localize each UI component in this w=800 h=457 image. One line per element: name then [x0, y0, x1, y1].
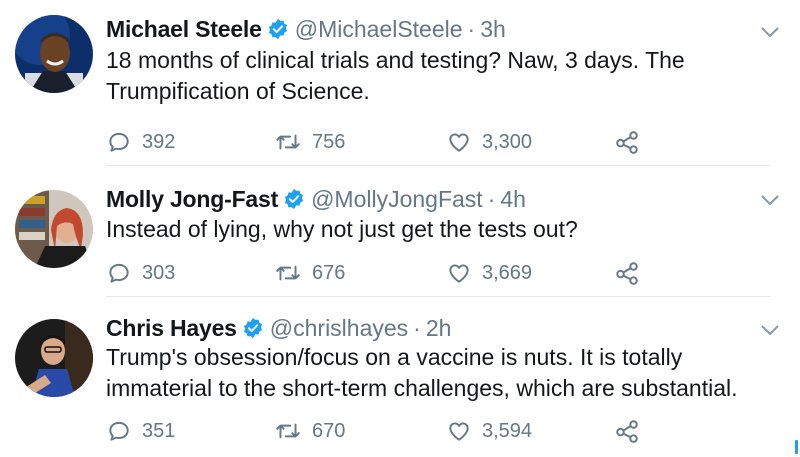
retweet-count: 676	[312, 261, 346, 284]
retweet-icon	[276, 423, 300, 439]
reply-icon	[109, 263, 129, 283]
timestamp[interactable]: 2h	[426, 315, 452, 342]
avatar[interactable]	[15, 190, 93, 268]
reply-button[interactable]: 351	[106, 416, 175, 446]
verified-badge-icon	[243, 317, 262, 339]
user-handle[interactable]: @MichaelSteele	[295, 16, 463, 43]
chevron-down-icon[interactable]	[760, 323, 780, 337]
retweet-count: 670	[312, 419, 346, 442]
reply-count: 303	[142, 261, 176, 284]
retweet-icon	[276, 134, 300, 150]
separator: ·	[413, 314, 421, 341]
user-name[interactable]: Molly Jong-Fast	[106, 186, 278, 213]
separator: ·	[487, 185, 496, 212]
tweet-actions: 351 670 3,594	[106, 416, 646, 446]
verified-badge-icon	[268, 18, 287, 40]
heart-icon	[449, 264, 469, 283]
timestamp[interactable]: 3h	[480, 16, 506, 43]
retweet-button[interactable]: 670	[274, 416, 345, 446]
like-count: 3,594	[482, 419, 533, 442]
user-name[interactable]: Chris Hayes	[106, 315, 237, 342]
like-button[interactable]: 3,669	[446, 258, 532, 288]
reply-count: 392	[142, 130, 176, 153]
share-button[interactable]	[614, 127, 650, 157]
tweet[interactable]: Chris Hayes @chrislhayes · 2h Trump's ob…	[0, 297, 800, 457]
user-handle[interactable]: @chrislhayes	[270, 315, 408, 342]
heart-icon	[449, 133, 469, 152]
retweet-button[interactable]: 756	[274, 127, 345, 157]
reply-button[interactable]: 303	[106, 258, 175, 288]
share-button[interactable]	[614, 258, 650, 288]
retweet-icon	[276, 265, 300, 281]
reply-button[interactable]: 392	[106, 127, 175, 157]
tweet[interactable]: Molly Jong-Fast @MollyJongFast · 4h Inst…	[0, 166, 800, 296]
like-count: 3,300	[482, 130, 533, 153]
separator: ·	[467, 15, 476, 42]
avatar[interactable]	[15, 15, 93, 93]
tweet-text: Instead of lying, why not just get the t…	[106, 216, 578, 242]
user-name[interactable]: Michael Steele	[106, 16, 262, 43]
tweet-text: 18 months of clinical trials and testing…	[106, 47, 685, 104]
chevron-down-icon[interactable]	[760, 25, 780, 39]
like-button[interactable]: 3,300	[446, 127, 532, 157]
user-handle[interactable]: @MollyJongFast	[311, 186, 483, 213]
share-button[interactable]	[614, 416, 650, 446]
share-icon	[616, 262, 638, 285]
chevron-down-icon[interactable]	[760, 193, 780, 207]
scrollbar[interactable]	[795, 440, 798, 454]
retweet-button[interactable]: 676	[274, 258, 345, 288]
tweet-actions: 303 676 3,669	[106, 258, 646, 288]
tweet-text: Trump's obsession/focus on a vaccine is …	[106, 344, 738, 401]
reply-icon	[109, 421, 129, 441]
verified-badge-icon	[284, 188, 304, 210]
share-icon	[616, 420, 638, 443]
retweet-count: 756	[312, 130, 346, 153]
like-button[interactable]: 3,594	[446, 416, 532, 446]
avatar[interactable]	[15, 319, 93, 397]
tweet[interactable]: Michael Steele @MichaelSteele · 3h 18 mo…	[0, 0, 800, 165]
like-count: 3,669	[482, 261, 533, 284]
heart-icon	[449, 422, 469, 441]
timestamp[interactable]: 4h	[500, 186, 526, 213]
tweet-actions: 392 756 3,300	[106, 127, 646, 157]
share-icon	[616, 131, 638, 154]
reply-count: 351	[142, 419, 176, 442]
reply-icon	[109, 132, 129, 152]
